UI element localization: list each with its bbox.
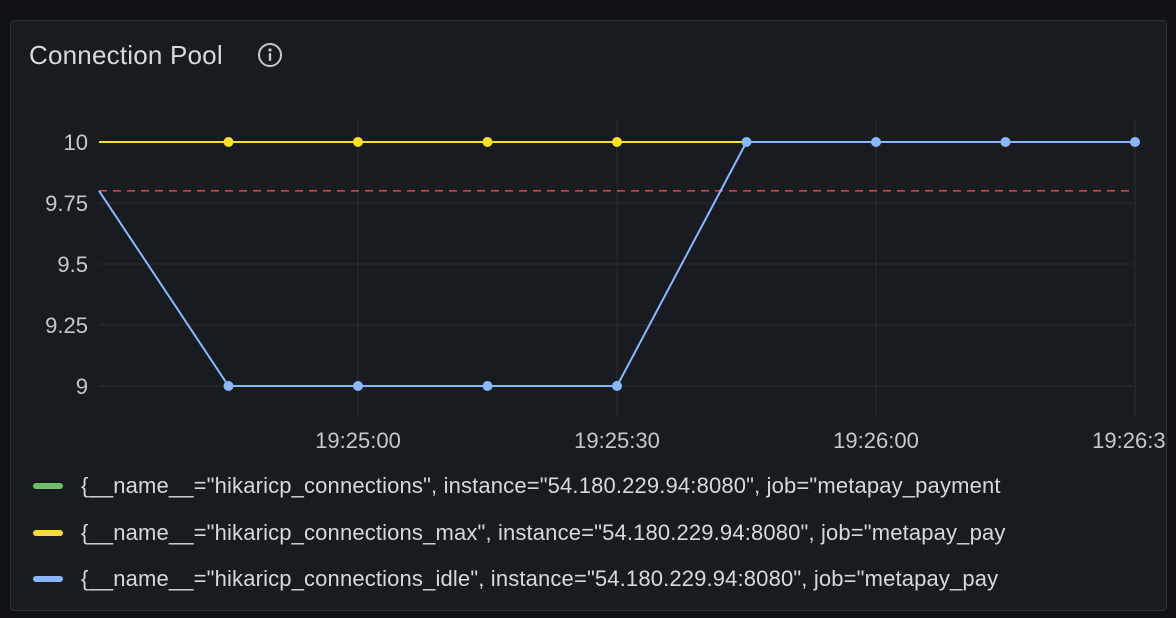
- x-tick-label: 19:25:30: [574, 428, 660, 453]
- x-tick-label: 19:26:30: [1092, 428, 1166, 453]
- data-point: [1000, 137, 1011, 147]
- legend-item[interactable]: {__name__="hikaricp_connections_max", in…: [33, 510, 1153, 557]
- data-point: [223, 137, 234, 147]
- y-tick-label: 9: [76, 374, 88, 399]
- legend-label: {__name__="hikaricp_connections_idle", i…: [81, 566, 999, 592]
- y-tick-label: 10: [64, 130, 88, 155]
- data-point: [612, 381, 622, 391]
- data-point: [482, 137, 493, 147]
- legend-swatch: [33, 529, 63, 536]
- line-chart: 9 9.25 9.5 9.75 10 19:25:00 19:25:30 19:26:00 19…: [45, 119, 1166, 453]
- data-point: [353, 381, 363, 391]
- chart-legend: {__name__="hikaricp_connections", instan…: [33, 463, 1153, 603]
- data-point: [871, 137, 881, 147]
- connection-pool-panel: Connection Pool 9 9.25 9.5 9.75 10 19:25:00 19…: [10, 20, 1167, 611]
- legend-swatch: [33, 576, 63, 583]
- x-tick-label: 19:25:00: [315, 428, 401, 453]
- y-tick-label: 9.25: [45, 313, 88, 338]
- y-tick-label: 9.5: [57, 252, 88, 277]
- legend-item[interactable]: {__name__="hikaricp_connections_idle", i…: [33, 556, 1153, 603]
- data-point: [741, 137, 752, 147]
- legend-swatch: [33, 483, 63, 490]
- data-point: [1130, 137, 1140, 147]
- data-point: [223, 381, 234, 391]
- legend-label: {__name__="hikaricp_connections", instan…: [81, 473, 1001, 499]
- data-point: [353, 137, 363, 147]
- x-tick-label: 19:26:00: [833, 428, 919, 453]
- legend-label: {__name__="hikaricp_connections_max", in…: [81, 519, 1006, 545]
- legend-item[interactable]: {__name__="hikaricp_connections", instan…: [33, 463, 1153, 510]
- data-point: [612, 137, 622, 147]
- y-tick-label: 9.75: [45, 191, 88, 216]
- data-point: [482, 381, 493, 391]
